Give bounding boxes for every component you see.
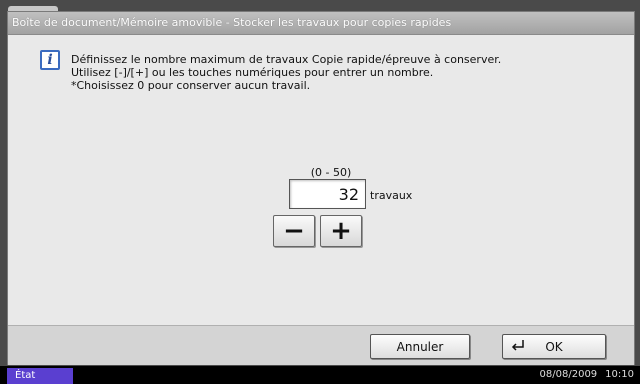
status-bar: État 08/08/2009 10:10 xyxy=(0,366,640,384)
unit-label: travaux xyxy=(370,189,413,202)
cancel-button-label: Annuler xyxy=(396,339,444,354)
cancel-button[interactable]: Annuler xyxy=(370,334,470,359)
date-display: 08/08/2009 xyxy=(539,369,598,380)
enter-icon xyxy=(511,340,524,351)
title-bar: Boîte de document/Mémoire amovible - Sto… xyxy=(8,12,634,35)
device-frame: Boîte de document/Mémoire amovible - Sto… xyxy=(0,0,640,366)
time-display: 10:10 xyxy=(605,369,634,380)
decrement-button[interactable]: − xyxy=(273,215,315,247)
message-line-3: *Choisissez 0 pour conserver aucun trava… xyxy=(71,79,311,92)
info-icon: i xyxy=(40,50,60,70)
plus-icon: + xyxy=(330,216,352,246)
status-button[interactable]: État xyxy=(7,368,73,384)
minus-icon: − xyxy=(283,216,305,246)
range-label: (0 - 50) xyxy=(310,166,352,179)
window-title: Boîte de document/Mémoire amovible - Sto… xyxy=(12,16,452,29)
job-count-value: 32 xyxy=(338,185,359,204)
ok-button[interactable]: OK xyxy=(502,334,606,359)
bottom-action-bar: Annuler OK xyxy=(8,325,634,365)
ok-button-label: OK xyxy=(545,339,563,354)
settings-window: Boîte de document/Mémoire amovible - Sto… xyxy=(7,11,635,365)
message-line-2: Utilisez [-]/[+] ou les touches numériqu… xyxy=(71,66,434,79)
date-time: 08/08/2009 10:10 xyxy=(540,369,634,380)
message-line-1: Définissez le nombre maximum de travaux … xyxy=(71,53,502,66)
job-count-input[interactable]: 32 xyxy=(289,179,366,209)
increment-button[interactable]: + xyxy=(320,215,362,247)
